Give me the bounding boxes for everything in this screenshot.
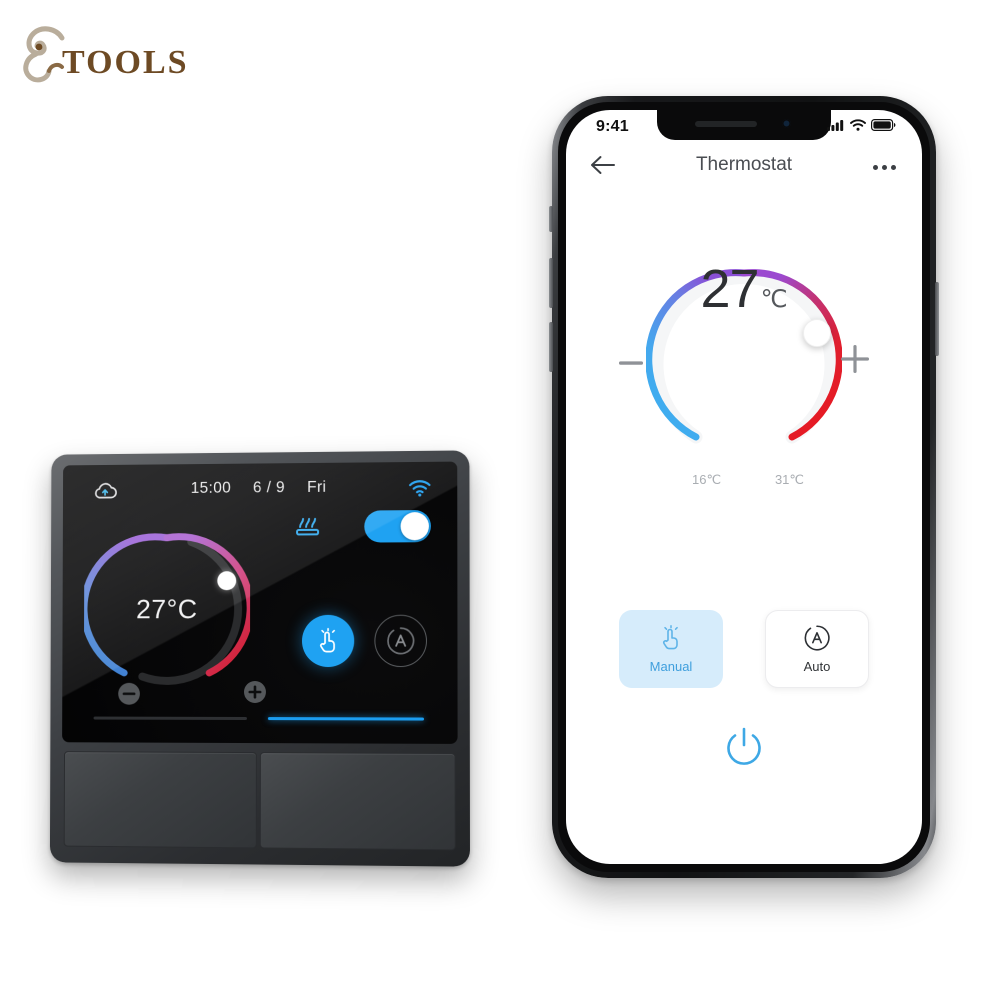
temperature-unit: ℃ <box>760 286 788 313</box>
cloud-upload-icon <box>92 481 118 501</box>
status-icons <box>827 119 896 131</box>
device-weekday: Fri <box>307 478 327 496</box>
hand-touch-icon <box>314 627 342 655</box>
phone-volume-up-button[interactable] <box>549 258 553 308</box>
hand-touch-icon <box>663 625 678 650</box>
rocker-switch-right[interactable] <box>259 752 456 851</box>
smart-thermostat-device: 15:00 6 / 9 Fri 27°C <box>49 450 470 867</box>
floor-heating-icon <box>295 517 319 536</box>
more-options-icon[interactable] <box>873 165 896 170</box>
power-icon <box>727 727 761 765</box>
status-time: 9:41 <box>596 118 629 135</box>
mode-button-manual[interactable]: Manual <box>619 610 723 688</box>
temperature-value: 27 <box>700 259 759 319</box>
temperature-dial[interactable]: 27 ℃ <box>645 262 843 458</box>
device-manual-mode-button[interactable] <box>301 614 355 668</box>
mode-button-auto[interactable]: Auto <box>765 610 869 688</box>
range-min-label: 16℃ <box>692 472 722 487</box>
device-temperature-value: 27°C <box>135 593 198 624</box>
device-rocker-switches <box>63 751 456 851</box>
minus-circle-icon <box>118 682 140 705</box>
device-increase-button[interactable] <box>242 679 268 705</box>
device-temperature-dial[interactable]: 27°C <box>84 525 250 693</box>
wifi-icon <box>409 480 431 497</box>
phone-mute-switch[interactable] <box>549 206 553 232</box>
device-date: 6 / 9 <box>253 479 286 497</box>
power-button[interactable] <box>717 720 771 774</box>
auto-a-circle-icon <box>804 625 830 651</box>
device-status-bar: 15:00 6 / 9 Fri <box>63 474 457 511</box>
plus-circle-icon <box>244 680 266 703</box>
device-time: 15:00 <box>190 479 232 497</box>
device-indicator-bar-right <box>267 717 425 721</box>
brand-logo: TOOLS <box>10 14 200 92</box>
auto-a-circle-icon <box>385 626 415 656</box>
device-auto-mode-button[interactable] <box>374 614 428 668</box>
device-decrease-button[interactable] <box>116 681 142 707</box>
phone-volume-down-button[interactable] <box>549 322 553 372</box>
battery-full-icon <box>871 119 896 131</box>
device-indicator-bar-left <box>93 716 247 721</box>
dial-knob-icon[interactable] <box>217 571 237 591</box>
phone-power-button[interactable] <box>935 282 939 356</box>
range-max-label: 31℃ <box>774 472 804 487</box>
wifi-icon <box>850 119 866 131</box>
decrease-temperature-button[interactable] <box>616 348 646 378</box>
dial-readout: 27 ℃ <box>646 262 842 458</box>
device-clock-group: 15:00 6 / 9 Fri <box>191 479 327 498</box>
phone-screen: 9:41 Thermostat 27 ℃ 16℃ 31℃ Manual Auto <box>566 110 922 864</box>
brand-name: TOOLS <box>62 44 189 81</box>
mode-label-auto: Auto <box>803 659 831 674</box>
increase-temperature-button[interactable] <box>838 342 872 376</box>
mode-label-manual: Manual <box>649 659 693 674</box>
smartphone-mockup: 9:41 Thermostat 27 ℃ 16℃ 31℃ Manual Auto <box>549 96 939 878</box>
toggle-knob-icon <box>400 512 429 541</box>
app-header: Thermostat <box>566 148 922 188</box>
device-display[interactable]: 15:00 6 / 9 Fri 27°C <box>62 461 458 744</box>
device-power-toggle[interactable] <box>364 510 431 543</box>
rocker-switch-left[interactable] <box>63 751 257 849</box>
cellular-signal-icon <box>827 120 844 131</box>
phone-status-bar: 9:41 <box>566 114 922 140</box>
dial-knob-icon[interactable] <box>803 319 831 347</box>
page-title: Thermostat <box>695 154 793 175</box>
mode-selector: Manual Auto <box>566 610 922 688</box>
product-image-canvas: TOOLS 15:00 6 / 9 Fri 27°C 9:41 Thermost… <box>0 0 1000 1000</box>
